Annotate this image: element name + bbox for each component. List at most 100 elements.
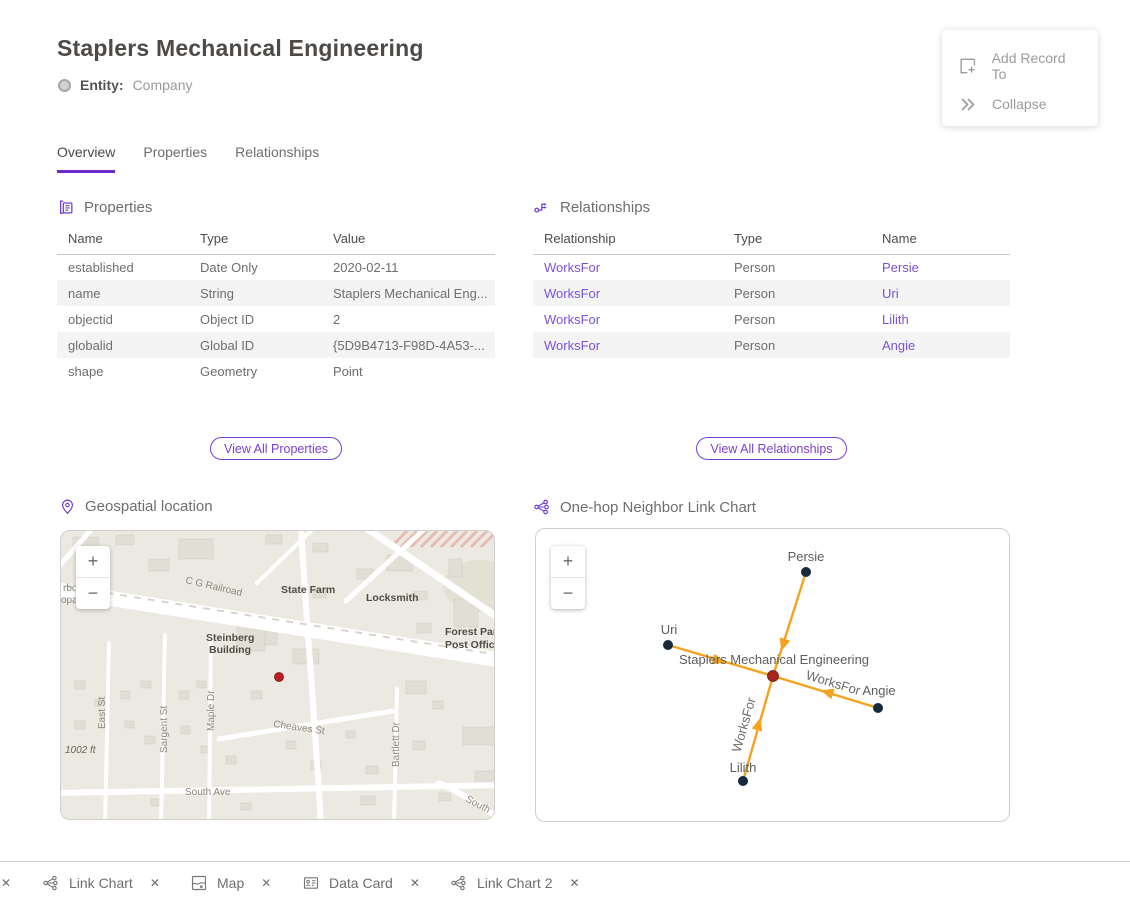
map-label-bartlett-dr: Bartlett Dr	[391, 721, 402, 767]
link-chart-tab-icon	[42, 874, 60, 892]
relationships-section-header: Relationships	[533, 198, 650, 216]
section-title: Geospatial location	[85, 498, 213, 515]
table-row: WorksFor Person Angie	[533, 332, 1010, 358]
column-header: Value	[322, 228, 495, 254]
table-row: shapeGeometryPoint	[57, 358, 495, 384]
table-row: objectid Object ID 2	[57, 306, 495, 332]
cell-text: objectid	[68, 312, 113, 327]
map-label-forest-park2: Post Offic	[445, 639, 495, 651]
map-label-railroad: C G Railroad	[184, 575, 243, 599]
column-header: Type	[723, 228, 871, 254]
cell-text: 2020-02-11	[333, 260, 399, 275]
bottom-tab-map[interactable]: Map ✕	[190, 862, 271, 904]
cell-text: Global ID	[200, 338, 254, 353]
cell-text: Object ID	[200, 312, 254, 327]
table-row: globalid Global ID {5D9B4713-F98D-4A53-...	[57, 332, 495, 358]
cell-text: 2	[333, 312, 340, 327]
zoom-in-button[interactable]: +	[76, 546, 110, 577]
map-label-maple-dr: Maple Dr	[206, 690, 217, 731]
menu-item-collapse[interactable]: Collapse	[942, 88, 1098, 120]
collapse-icon	[958, 94, 978, 114]
map-scale-text: 1002 ft	[65, 745, 97, 756]
zoom-in-button[interactable]: +	[551, 546, 585, 577]
column-header: Name	[57, 228, 189, 254]
close-icon[interactable]: ✕	[150, 876, 160, 890]
cell-text: Person	[734, 338, 775, 353]
map-marker[interactable]	[275, 673, 284, 682]
zoom-out-button[interactable]: −	[551, 578, 585, 609]
node-angie[interactable]	[873, 703, 883, 713]
cell-link[interactable]: WorksFor	[544, 286, 600, 301]
node-uri[interactable]	[663, 640, 673, 650]
node-lilith[interactable]	[738, 776, 748, 786]
cell-link[interactable]: Persie	[882, 260, 919, 275]
close-icon[interactable]: ✕	[410, 876, 420, 890]
entity-label: Entity:	[80, 77, 124, 93]
linkchart-canvas[interactable]: WorksFor WorksFor Persie Uri Angie Lilit…	[536, 529, 1010, 822]
table-row: nameStringStaplers Mechanical Eng...	[57, 280, 495, 306]
linkchart-zoom-control: + −	[551, 546, 585, 609]
node-label-persie: Persie	[788, 549, 825, 564]
cell-text: {5D9B4713-F98D-4A53-...	[333, 338, 485, 353]
map-canvas[interactable]: rbour opaedics C G Railroad State Farm L…	[61, 531, 495, 820]
cell-link[interactable]: Lilith	[882, 312, 909, 327]
bottom-tab-link-chart[interactable]: Link Chart ✕	[42, 862, 160, 904]
table-row: WorksFor Person Persie	[533, 254, 1010, 280]
cell-text: Person	[734, 286, 775, 301]
cell-text: Date Only	[200, 260, 258, 275]
context-menu: Add Record To Collapse	[942, 30, 1098, 126]
map-tab-icon	[190, 874, 208, 892]
cell-text: Person	[734, 260, 775, 275]
table-row: establishedDate Only2020-02-11	[57, 254, 495, 280]
node-label-angie: Angie	[862, 683, 895, 698]
cell-link[interactable]: WorksFor	[544, 312, 600, 327]
node-persie[interactable]	[801, 567, 811, 577]
table-row: WorksForPersonLilith	[533, 306, 1010, 332]
tab-overview[interactable]: Overview	[57, 144, 115, 173]
zoom-out-button[interactable]: −	[76, 578, 110, 609]
view-all-properties-button[interactable]: View All Properties	[210, 437, 342, 460]
node-center[interactable]	[768, 671, 779, 682]
link-chart-tab-icon	[450, 874, 468, 892]
map-label-south: South	[464, 794, 492, 816]
linkchart-card: WorksFor WorksFor Persie Uri Angie Lilit…	[535, 528, 1010, 822]
partial-tab-close[interactable]: ✕	[0, 862, 11, 904]
add-record-icon	[958, 56, 978, 76]
properties-section-header: Properties	[57, 198, 152, 216]
properties-table: Name Type Value establishedDate Only2020…	[57, 228, 495, 384]
link-chart-icon	[533, 498, 551, 516]
map-label-steinberg: Steinberg	[206, 632, 254, 644]
map-label-forest-park: Forest Par	[445, 626, 495, 638]
tab-relationships[interactable]: Relationships	[235, 144, 319, 173]
node-label-lilith: Lilith	[730, 760, 757, 775]
map-label-locksmith: Locksmith	[366, 592, 419, 604]
map-label-sargent-st: Sargent St	[159, 706, 170, 753]
properties-icon	[57, 198, 75, 216]
bottom-tab-data-card[interactable]: Data Card ✕	[302, 862, 420, 904]
table-row: WorksFor Person Uri	[533, 280, 1010, 306]
cell-text: shape	[68, 364, 103, 379]
map-pin-icon	[59, 498, 76, 515]
tab-label: Map	[217, 875, 244, 891]
tab-properties[interactable]: Properties	[143, 144, 207, 173]
tab-label: Link Chart	[69, 875, 133, 891]
close-icon[interactable]: ✕	[569, 876, 579, 890]
cell-link[interactable]: Uri	[882, 286, 899, 301]
cell-text: name	[68, 286, 101, 301]
entity-type-dot-icon	[58, 79, 71, 92]
entity-value: Company	[133, 77, 193, 93]
cell-link[interactable]: WorksFor	[544, 338, 600, 353]
cell-link[interactable]: WorksFor	[544, 260, 600, 275]
cell-text: globalid	[68, 338, 113, 353]
bottom-tab-link-chart-2[interactable]: Link Chart 2 ✕	[450, 862, 580, 904]
cell-text: Staplers Mechanical Eng...	[333, 286, 488, 301]
node-label-uri: Uri	[661, 622, 678, 637]
menu-item-add-record-to[interactable]: Add Record To	[942, 44, 1098, 88]
map-label-east-st: East St	[97, 697, 108, 729]
node-label-center: Staplers Mechanical Engineering	[679, 652, 869, 667]
cell-link[interactable]: Angie	[882, 338, 915, 353]
view-all-relationships-button[interactable]: View All Relationships	[696, 437, 846, 460]
close-icon[interactable]: ✕	[261, 876, 271, 890]
close-icon[interactable]: ✕	[1, 876, 11, 890]
map-card: rbour opaedics C G Railroad State Farm L…	[60, 530, 495, 820]
